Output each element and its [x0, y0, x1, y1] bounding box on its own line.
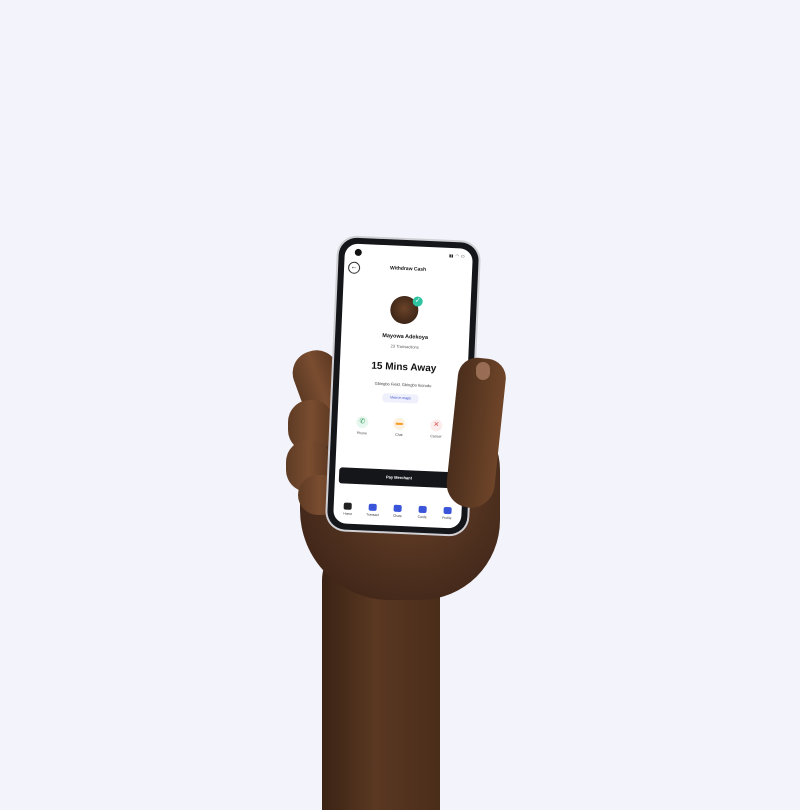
phone-action-label: Phone [356, 431, 368, 436]
nav-item-home[interactable]: Home [337, 502, 360, 516]
cancel-icon: ✕ [430, 419, 443, 432]
nav-label: Home [343, 511, 353, 516]
profile-icon [443, 506, 452, 514]
nav-label: Transact [366, 512, 379, 517]
battery-icon: ▭ [460, 253, 465, 259]
verified-check-icon: ✓ [412, 296, 423, 307]
status-bar: ▮▮ ◠ ▭ [449, 253, 465, 259]
pay-merchant-button[interactable]: Pay Merchant [338, 467, 460, 489]
wifi-icon: ◠ [455, 253, 460, 259]
photo-scene: ▮▮ ◠ ▭ ← Withdraw Cash ✓ Mayowa Adekoya … [0, 0, 800, 810]
merchant-name: Mayowa Adekoya [382, 333, 429, 342]
home-icon [343, 502, 353, 510]
cards-icon [418, 505, 427, 513]
thumb-nail [476, 362, 490, 380]
cancel-action[interactable]: ✕ Cancel [423, 419, 450, 439]
transact-icon [368, 503, 378, 511]
page-title: Withdraw Cash [389, 265, 427, 273]
app-header: ← Withdraw Cash [344, 261, 472, 281]
phone-action[interactable]: ✆ Phone [349, 416, 376, 436]
front-camera [354, 248, 362, 257]
nav-item-transact[interactable]: Transact [361, 503, 384, 517]
chat-action[interactable]: ▬ Chat [386, 417, 413, 437]
signal-icon: ▮▮ [448, 252, 454, 259]
eta-text: 15 Mins Away [371, 360, 437, 375]
nav-item-chats[interactable]: Chats [386, 504, 409, 518]
bottom-nav: Home Transact Chats Cards Profile [333, 493, 462, 529]
chat-icon: ▬ [393, 417, 406, 431]
address-text: Gbingbo Field, Gbingbo Ikorodu [374, 380, 432, 389]
chat-action-label: Chat [395, 432, 403, 438]
nav-item-cards[interactable]: Cards [411, 505, 434, 519]
chats-icon [393, 504, 402, 512]
view-maps-button[interactable]: View in maps [382, 393, 419, 404]
phone-icon: ✆ [356, 416, 369, 429]
nav-item-profile[interactable]: Profile [436, 506, 459, 520]
nav-label: Profile [442, 515, 452, 520]
cancel-action-label: Cancel [430, 434, 442, 439]
nav-label: Chats [392, 513, 402, 518]
transactions-count: 23 Transactions [390, 343, 419, 350]
nav-label: Cards [417, 514, 427, 519]
